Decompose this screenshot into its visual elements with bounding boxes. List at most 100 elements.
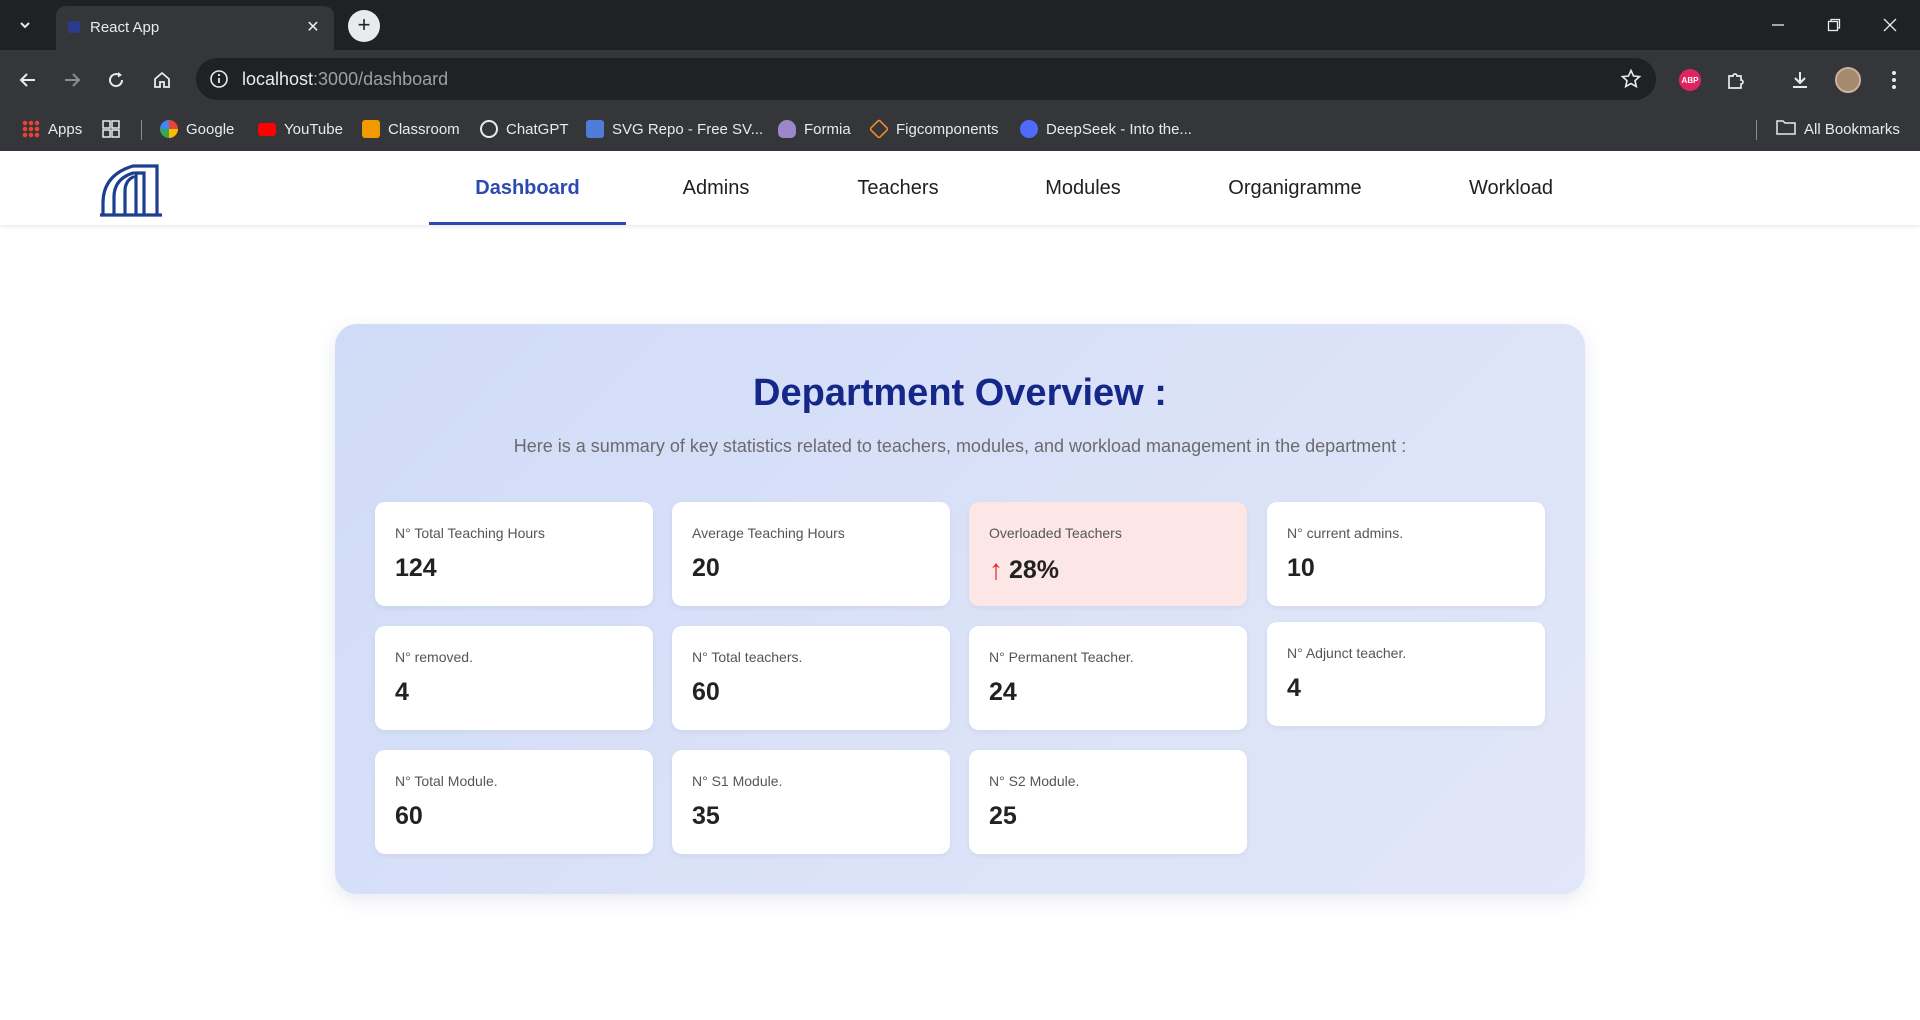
stat-card-overloaded-teachers: Overloaded Teachers ↑ 28% (969, 502, 1247, 606)
site-info-icon[interactable] (206, 66, 232, 92)
stat-card-s1-module: N° S1 Module. 35 (672, 750, 950, 854)
back-icon[interactable] (12, 64, 44, 96)
stat-value: 25 (989, 802, 1017, 830)
deepseek-icon (1020, 120, 1038, 138)
abp-label: ABP (1679, 69, 1701, 91)
extensions-puzzle-icon[interactable] (1720, 64, 1752, 96)
stat-label: N° Adjunct teacher. (1287, 645, 1407, 661)
tab-title: React App (90, 19, 160, 36)
stat-label: N° current admins. (1287, 525, 1404, 541)
stat-label: N° Permanent Teacher. (989, 649, 1134, 665)
stat-label: N° removed. (395, 649, 473, 665)
stat-value-text: 28% (1009, 555, 1060, 584)
browser-tab-bar: React App ✕ + (0, 0, 1920, 50)
address-bar[interactable]: localhost:3000/dashboard (196, 58, 1656, 100)
minimize-icon[interactable] (1758, 10, 1798, 40)
home-icon[interactable] (146, 64, 178, 96)
bookmark-apps[interactable]: Apps (22, 116, 82, 142)
stat-card-adjunct-teacher: N° Adjunct teacher. 4 (1267, 622, 1545, 726)
tab-groups-grid-icon[interactable] (102, 116, 120, 142)
bookmark-figcomponents[interactable]: Figcomponents (868, 116, 999, 142)
stat-card-s2-module: N° S2 Module. 25 (969, 750, 1247, 854)
url-text[interactable]: localhost:3000/dashboard (242, 69, 448, 90)
youtube-icon (258, 122, 276, 136)
stat-label: N° Total teachers. (692, 649, 803, 665)
chatgpt-icon (480, 120, 498, 138)
bookmark-deepseek[interactable]: DeepSeek - Into the... (1020, 116, 1192, 142)
stat-card-removed: N° removed. 4 (375, 626, 653, 730)
browser-tab[interactable]: React App ✕ (56, 6, 334, 50)
bookmark-label: YouTube (284, 120, 343, 138)
bookmark-label: DeepSeek - Into the... (1046, 120, 1192, 138)
tab-search-chevron-icon[interactable] (12, 12, 38, 38)
stat-value: 60 (692, 678, 720, 706)
bookmark-label: Formia (804, 120, 851, 138)
bookmark-separator (141, 120, 142, 140)
stat-label: Overloaded Teachers (989, 525, 1122, 541)
close-window-icon[interactable] (1870, 10, 1910, 40)
download-icon[interactable] (1784, 64, 1816, 96)
svgrepo-icon (586, 120, 604, 138)
bookmark-separator (1756, 120, 1757, 140)
all-bookmarks-button[interactable]: All Bookmarks (1776, 116, 1900, 142)
overview-title: Department Overview : (753, 372, 1167, 414)
department-logo-icon[interactable] (98, 163, 164, 217)
all-bookmarks-label: All Bookmarks (1804, 120, 1900, 138)
formia-icon (778, 120, 796, 138)
restore-icon[interactable] (1814, 10, 1854, 40)
stat-value: 24 (989, 678, 1017, 706)
stat-card-permanent-teacher: N° Permanent Teacher. 24 (969, 626, 1247, 730)
bookmark-formia[interactable]: Formia (778, 116, 851, 142)
bookmark-star-icon[interactable] (1620, 68, 1642, 90)
url-path: :3000/dashboard (313, 69, 449, 89)
stat-value: 60 (395, 802, 423, 830)
stat-card-total-module: N° Total Module. 60 (375, 750, 653, 854)
forward-icon[interactable] (56, 64, 88, 96)
bookmark-classroom[interactable]: Classroom (362, 116, 460, 142)
close-tab-icon[interactable]: ✕ (302, 16, 324, 38)
bookmark-chatgpt[interactable]: ChatGPT (480, 116, 569, 142)
app-header: Dashboard Admins Teachers Modules Organi… (0, 151, 1920, 225)
figcomponents-icon (868, 118, 890, 140)
browser-toolbar: localhost:3000/dashboard ABP Apps Google… (0, 50, 1920, 151)
stat-label: Average Teaching Hours (692, 525, 845, 541)
bookmark-label: Classroom (388, 120, 460, 138)
overview-subtitle: Here is a summary of key statistics rela… (513, 436, 1407, 456)
stat-value: 20 (692, 554, 720, 582)
stat-label: N° Total Teaching Hours (395, 525, 545, 541)
react-favicon-icon (66, 19, 82, 35)
stat-card-average-teaching-hours: Average Teaching Hours 20 (672, 502, 950, 606)
stat-label: N° S2 Module. (989, 773, 1080, 789)
stat-value: 35 (692, 802, 720, 830)
new-tab-button[interactable]: + (348, 10, 380, 42)
bookmarks-bar: Apps Google YouTube Classroom ChatGPT SV… (0, 108, 1920, 150)
stat-value: 10 (1287, 554, 1315, 582)
reload-icon[interactable] (100, 64, 132, 96)
bookmark-label: Apps (48, 120, 83, 138)
nav-organigramme[interactable]: Organigramme (1176, 151, 1414, 225)
nav-dashboard[interactable]: Dashboard (429, 151, 626, 225)
trend-up-arrow-icon: ↑ (989, 554, 1003, 585)
nav-workload[interactable]: Workload (1414, 151, 1608, 225)
department-overview-card: Department Overview : Here is a summary … (335, 324, 1585, 894)
profile-avatar[interactable] (1832, 64, 1864, 96)
bookmark-label: Figcomponents (896, 120, 999, 138)
classroom-icon (362, 120, 380, 138)
bookmark-svgrepo[interactable]: SVG Repo - Free SV... (586, 116, 763, 142)
bookmark-youtube[interactable]: YouTube (258, 116, 343, 142)
folder-icon (1776, 119, 1796, 139)
stat-label: N° S1 Module. (692, 773, 783, 789)
bookmark-label: Google (186, 120, 235, 138)
more-menu-icon[interactable] (1878, 64, 1910, 96)
avatar (1835, 67, 1861, 93)
stat-value: ↑ 28% (989, 554, 1059, 586)
stat-value: 4 (1287, 674, 1301, 702)
bookmark-label: SVG Repo - Free SV... (612, 120, 764, 138)
nav-modules[interactable]: Modules (990, 151, 1176, 225)
nav-admins[interactable]: Admins (626, 151, 806, 225)
stat-value: 124 (395, 554, 437, 582)
adblock-extension-icon[interactable]: ABP (1674, 64, 1706, 96)
bookmark-google[interactable]: Google (160, 116, 234, 142)
nav-teachers[interactable]: Teachers (806, 151, 990, 225)
url-host: localhost (242, 69, 314, 89)
